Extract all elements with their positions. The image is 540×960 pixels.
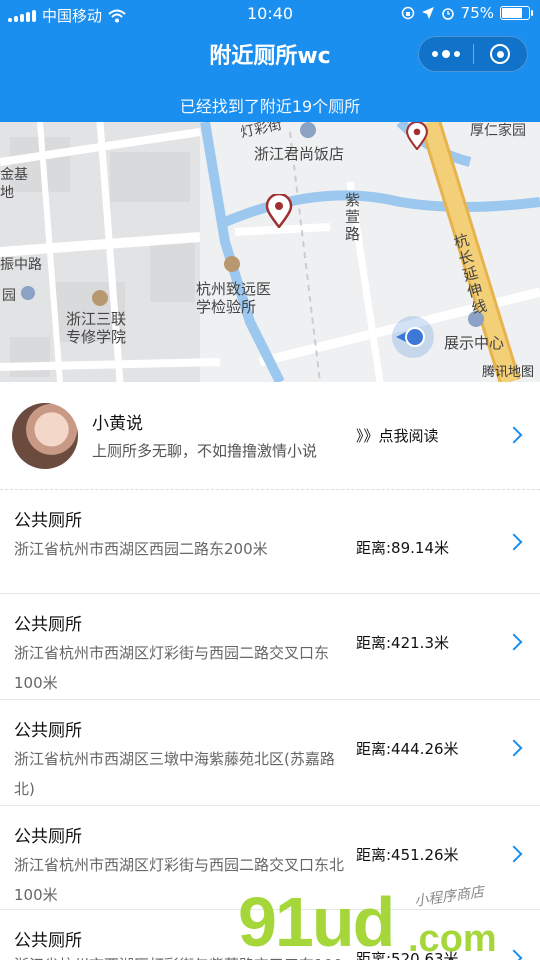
alarm-icon [441,8,454,20]
list-item[interactable]: 公共厕所 浙江省杭州市西湖区三墩中海紫藤苑北区(苏嘉路北) 距离:444.26米 [0,700,540,806]
toilet-name: 公共厕所 [14,827,82,847]
map-view[interactable]: 浙江君尚饭店 紫萱路 杭长延伸线 浙江三联专修学院 杭州致远医学检验所 展示中心… [0,122,540,382]
map-label-base: 金基地 [0,167,28,201]
chevron-right-icon [505,426,523,444]
promo-desc: 上厕所多无聊，不如撸撸激情小说 [92,442,318,460]
avatar [12,403,78,469]
toilet-name: 公共厕所 [14,615,82,635]
location-arrow-icon [421,7,434,19]
chevron-right-icon [505,533,523,551]
list-item[interactable]: 公共厕所 浙江省杭州市西湖区西园二路东200米 距离:89.14米 [0,490,540,594]
close-mini-program-button[interactable] [474,37,528,71]
map-label-yuan: 园 [2,288,16,304]
map-pin-icon[interactable] [265,194,293,228]
battery-icon [500,6,533,20]
map-label-road-zixuan: 紫萱路 [343,192,361,243]
list-item[interactable]: 公共厕所 浙江省杭州市西湖区灯彩街与西园二路交叉口东100米 距离:421.3米 [0,594,540,700]
toilet-address: 浙江省杭州市西湖区三墩中海紫藤苑北区(苏嘉路北) [14,750,335,798]
mini-program-capsule [418,36,528,72]
map-label-lab: 杭州致远医学检验所 [196,280,272,316]
map-label-school: 浙江三联专修学院 [66,310,127,346]
target-icon [490,44,511,64]
chevron-right-icon [505,845,523,863]
promo-row[interactable]: 小黄说 上厕所多无聊，不如撸撸激情小说 》》点我阅读 [0,383,540,490]
chevron-right-icon [505,949,523,960]
map-attribution: 腾讯地图 [481,365,534,380]
top-bar: 中国移动 10:40 75% 附近厕所wc 已经找到了附近19个厕所 [0,0,540,122]
list-item[interactable]: 公共厕所 浙江省杭州市西湖区灯彩街与西园二路交叉口东北100米 距离:451.2… [0,806,540,910]
toilet-address: 浙江省杭州市西湖区灯彩街与西园二路交叉口东北100米 [14,856,345,904]
toilet-name: 公共厕所 [14,511,82,531]
rotation-lock-icon [401,6,414,20]
toilet-distance: 距离:444.26米 [356,740,459,758]
toilet-address: 浙江省杭州市西湖区西园二路东200米 [14,540,268,558]
more-dots-icon [431,49,460,58]
promo-read-link[interactable]: 》》点我阅读 [356,425,439,446]
toilet-distance: 距离:520.63米 [356,950,459,960]
battery-percent: 75% [460,4,494,22]
toilet-address: 浙江省杭州市西湖区灯彩街与紫萱路交叉口东100 [14,950,350,960]
toilet-list: 小黄说 上厕所多无聊，不如撸撸激情小说 》》点我阅读 公共厕所 浙江省杭州市西湖… [0,383,540,960]
map-label-top-right: 厚仁家园 [470,123,526,139]
toilet-address: 浙江省杭州市西湖区灯彩街与西园二路交叉口东100米 [14,644,330,692]
more-button[interactable] [419,37,473,71]
map-label-hotel: 浙江君尚饭店 [254,145,345,163]
list-item[interactable]: 公共厕所 浙江省杭州市西湖区灯彩街与紫萱路交叉口东100 距离:520.63米 [0,910,540,960]
status-bar: 中国移动 10:40 75% [0,0,540,28]
toilet-distance: 距离:89.14米 [356,539,449,557]
toilet-distance: 距离:451.26米 [356,846,459,864]
map-label-exhibit: 展示中心 [444,334,505,352]
map-pin-icon[interactable] [403,122,431,150]
chevron-right-icon [505,739,523,757]
chevron-right-icon [505,633,523,651]
toilet-name: 公共厕所 [14,721,82,741]
map-label-road-zhong: 振中路 [0,257,42,273]
current-location-icon [392,316,434,358]
toilet-name: 公共厕所 [14,931,82,951]
toilet-distance: 距离:421.3米 [356,634,449,652]
promo-name: 小黄说 [92,414,143,434]
result-count-text: 已经找到了附近19个厕所 [179,97,361,116]
